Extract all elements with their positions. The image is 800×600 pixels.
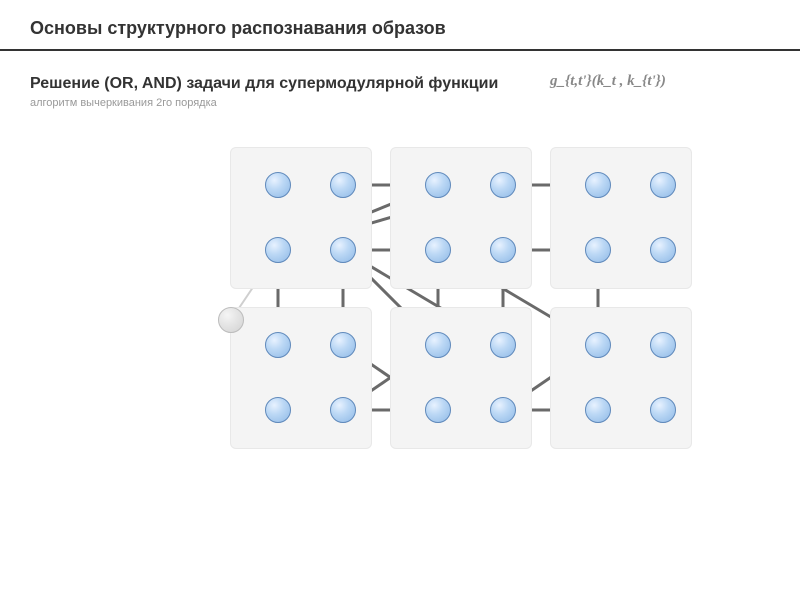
grid-tile (230, 307, 372, 449)
graph-node (585, 237, 611, 263)
graph-node (265, 332, 291, 358)
graph-node (490, 397, 516, 423)
graph-node (330, 332, 356, 358)
section-formula: g_{t,t'}(k_t , k_{t'}) (550, 73, 666, 90)
section-title-text: Решение (OR, AND) задачи для супермодуля… (30, 75, 498, 92)
graph-node (265, 397, 291, 423)
grid-tile (390, 147, 532, 289)
graph-node (330, 172, 356, 198)
graph-node (585, 332, 611, 358)
graph-node (490, 332, 516, 358)
page-title: Основы структурного распознавания образо… (30, 18, 770, 39)
graph-node (425, 237, 451, 263)
content: Решение (OR, AND) задачи для супермодуля… (0, 51, 800, 547)
graph-diagram (160, 127, 640, 547)
grid-tile (550, 147, 692, 289)
section-title: Решение (OR, AND) задачи для супермодуля… (30, 75, 770, 93)
graph-node (265, 237, 291, 263)
grid-tile (230, 147, 372, 289)
header: Основы структурного распознавания образо… (0, 0, 800, 51)
graph-node (425, 172, 451, 198)
graph-node (650, 397, 676, 423)
graph-node-disabled (218, 307, 244, 333)
graph-node (490, 172, 516, 198)
graph-node (650, 332, 676, 358)
graph-node (265, 172, 291, 198)
graph-node (585, 172, 611, 198)
graph-node (650, 237, 676, 263)
graph-node (585, 397, 611, 423)
graph-node (425, 332, 451, 358)
graph-node (490, 237, 516, 263)
section-subtitle: алгоритм вычеркивания 2го порядка (30, 97, 770, 109)
graph-node (650, 172, 676, 198)
grid-tile (390, 307, 532, 449)
graph-node (330, 397, 356, 423)
graph-node (330, 237, 356, 263)
grid-tile (550, 307, 692, 449)
graph-node (425, 397, 451, 423)
